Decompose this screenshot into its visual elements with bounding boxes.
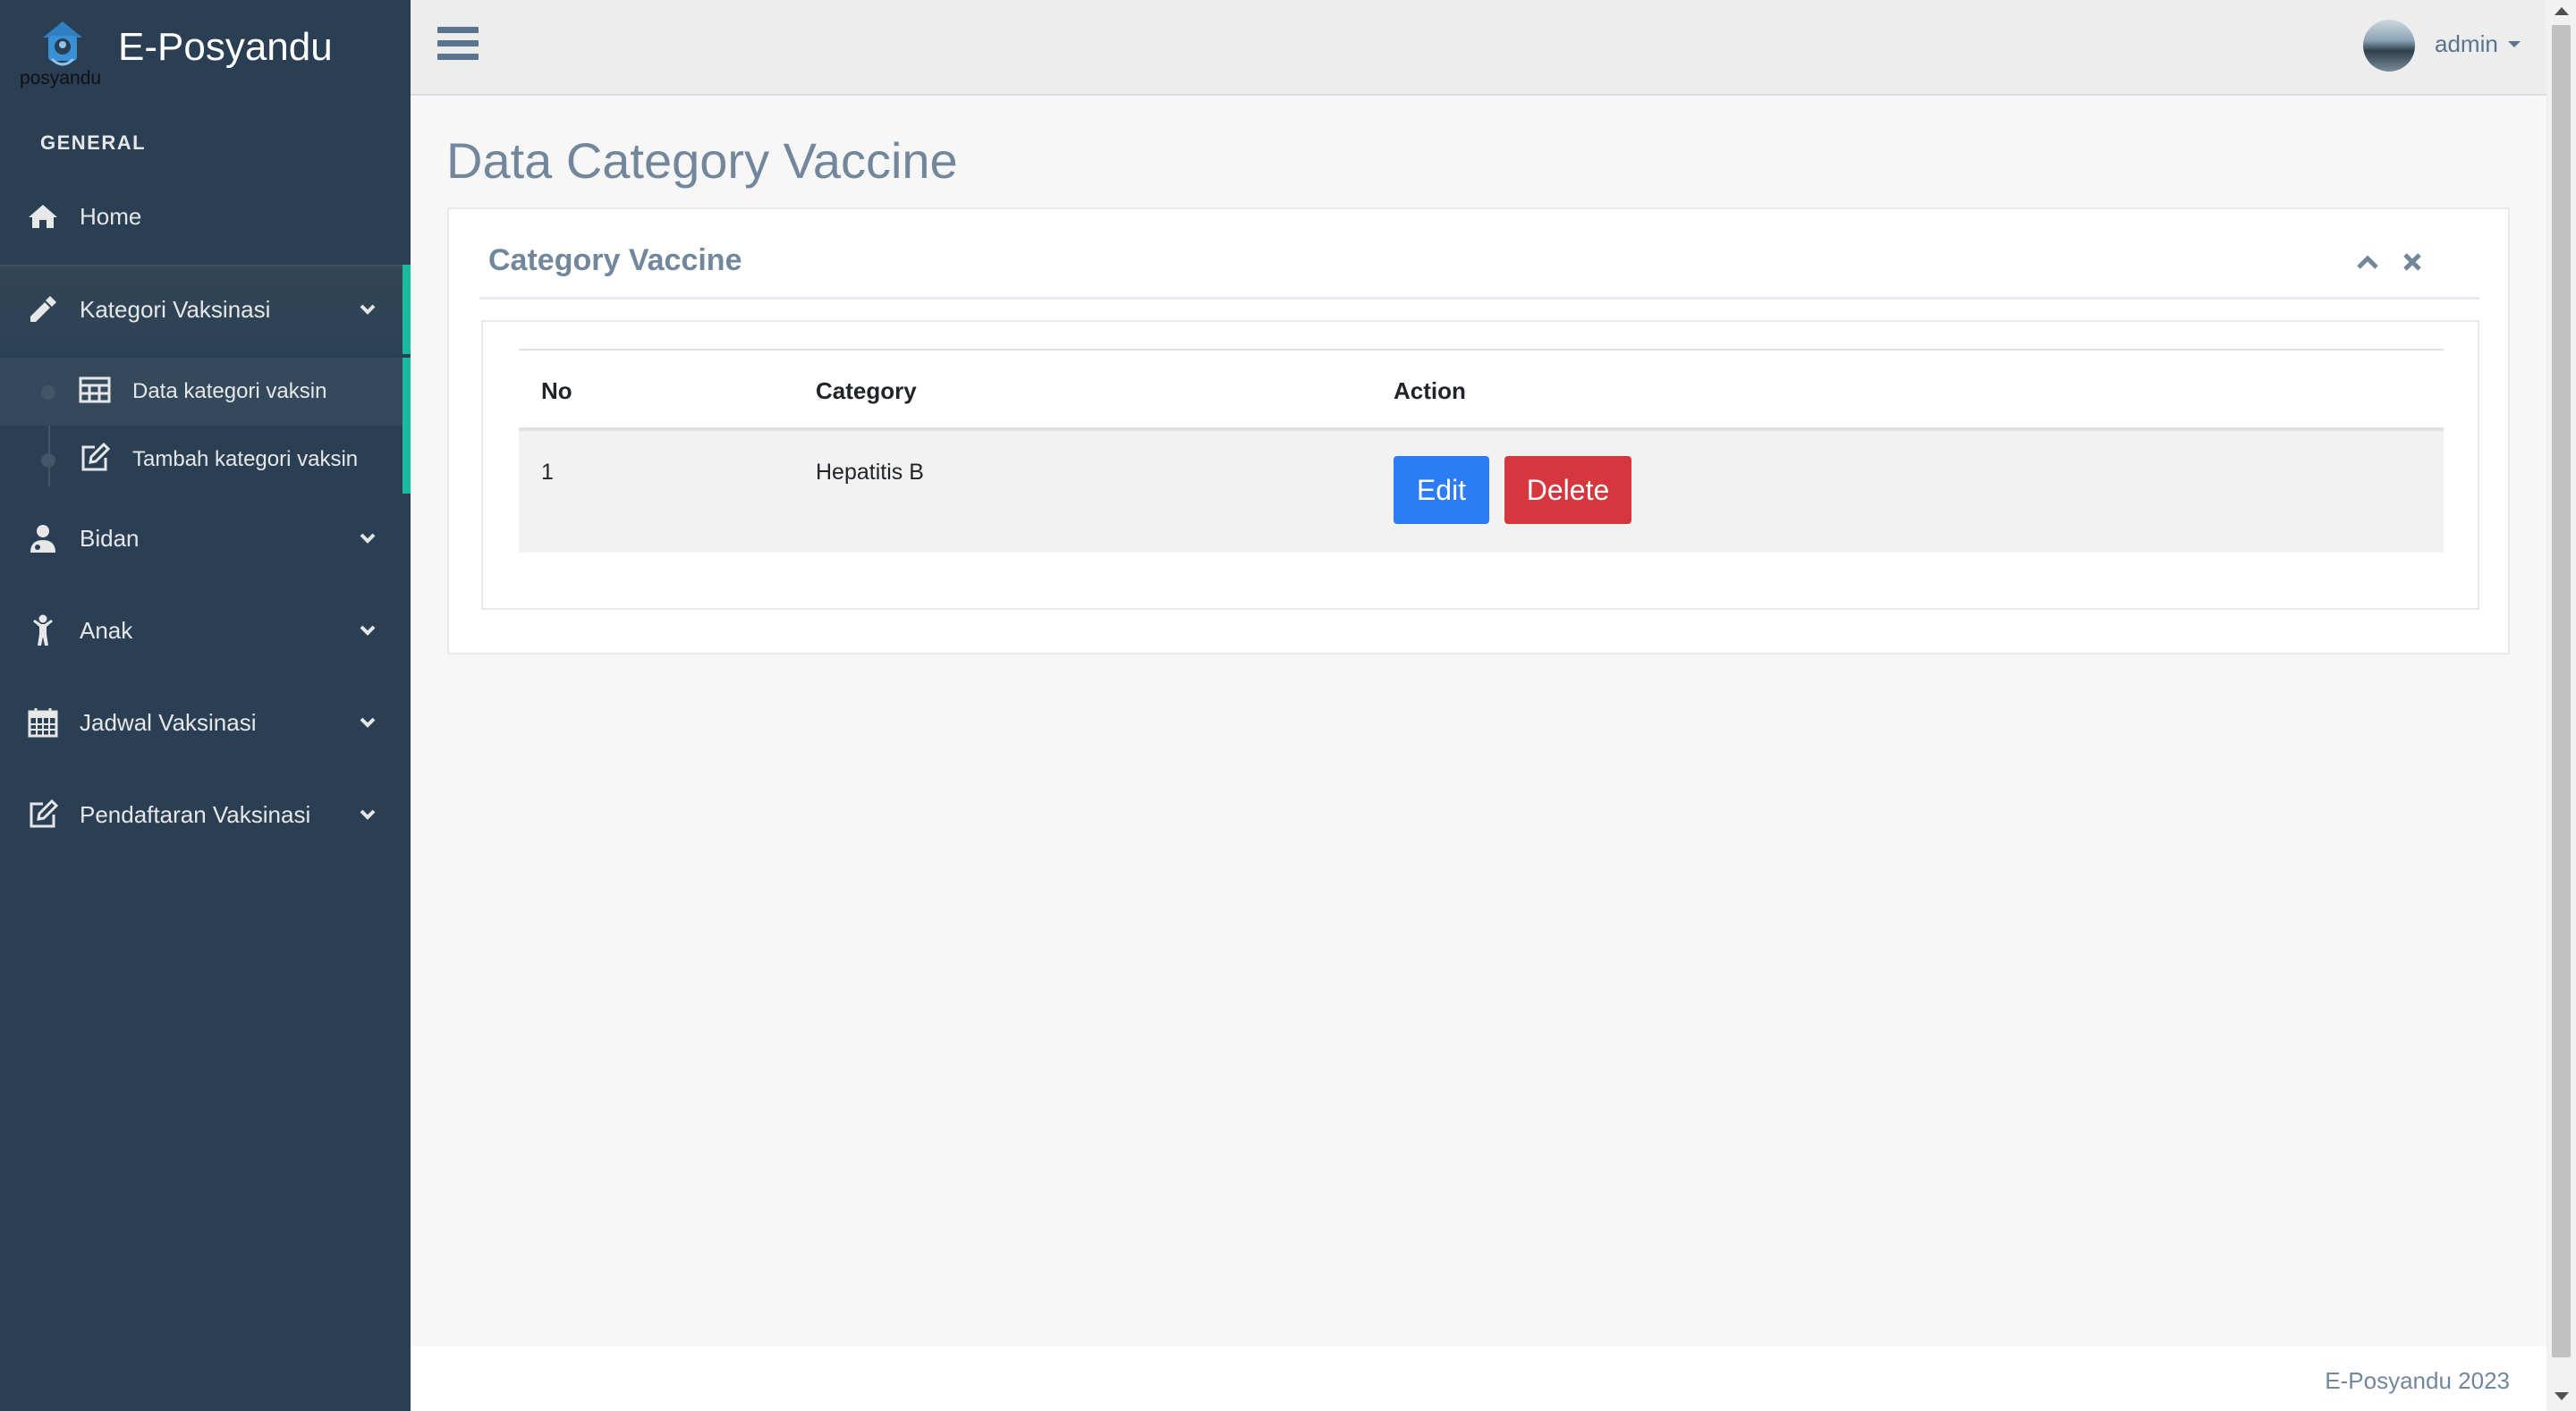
menu-toggle-icon[interactable] <box>437 27 479 64</box>
chevron-down-icon <box>360 625 376 636</box>
sidebar-item-label: Jadwal Vaksinasi <box>80 708 257 736</box>
sidebar-item-label: Bidan <box>80 524 140 552</box>
avatar[interactable] <box>2363 20 2415 72</box>
sidebar-subitem-data-kategori-vaksin[interactable]: Data kategori vaksin <box>0 358 402 426</box>
table-icon <box>79 376 111 403</box>
column-header-category: Category <box>816 377 917 404</box>
sidebar-item-jadwal-vaksinasi[interactable]: Jadwal Vaksinasi <box>0 678 411 767</box>
user-md-icon <box>25 520 61 556</box>
submenu-dot <box>41 453 55 468</box>
sidebar-item-bidan[interactable]: Bidan <box>0 494 411 583</box>
child-icon <box>25 613 61 648</box>
sidebar: posyandu E-Posyandu GENERAL Home Kategor… <box>0 0 411 1411</box>
app-title[interactable]: E-Posyandu <box>118 25 333 70</box>
chevron-down-icon <box>360 533 376 544</box>
table-header: No Category Action <box>519 349 2444 431</box>
scroll-up-arrow-icon[interactable] <box>2555 7 2569 15</box>
edit-icon <box>81 442 111 471</box>
user-menu-name[interactable]: admin <box>2435 30 2498 58</box>
scrollbar[interactable] <box>2546 0 2576 1411</box>
cell-category: Hepatitis B <box>816 460 924 485</box>
close-icon[interactable] <box>2399 249 2426 275</box>
panel-title: Category Vaccine <box>488 243 742 277</box>
chevron-down-icon <box>360 304 376 315</box>
home-icon <box>25 199 61 234</box>
sidebar-item-pendaftaran-vaksinasi[interactable]: Pendaftaran Vaksinasi <box>0 770 411 859</box>
column-header-action: Action <box>1394 377 1466 404</box>
submenu-label: Data kategori vaksin <box>132 379 327 403</box>
calendar-icon <box>25 705 61 740</box>
sidebar-item-label: Anak <box>80 616 133 644</box>
page-title: Data Category Vaccine <box>446 132 958 189</box>
sidebar-item-label: Home <box>80 202 142 230</box>
delete-button[interactable]: Delete <box>1504 456 1631 524</box>
sidebar-item-home[interactable]: Home <box>0 172 411 261</box>
caret-down-icon[interactable] <box>2508 41 2521 47</box>
panel-category-vaccine: Category Vaccine No Category Action 1 He… <box>447 207 2510 655</box>
chevron-up-icon[interactable] <box>2354 249 2381 275</box>
column-header-no: No <box>541 377 572 404</box>
sidebar-item-label: Pendaftaran Vaksinasi <box>80 800 311 828</box>
footer-text: E-Posyandu 2023 <box>2325 1367 2510 1394</box>
section-label-general: GENERAL <box>40 131 147 154</box>
sidebar-item-kategori-vaksinasi[interactable]: Kategori Vaksinasi <box>0 265 411 354</box>
eyedropper-icon <box>25 291 61 327</box>
panel-toolbox <box>2354 245 2444 277</box>
sidebar-item-anak[interactable]: Anak <box>0 586 411 675</box>
footer: E-Posyandu 2023 <box>411 1346 2546 1411</box>
table-container: No Category Action 1 Hepatitis B Edit De… <box>481 320 2479 610</box>
scroll-down-arrow-icon[interactable] <box>2555 1392 2569 1400</box>
cell-no: 1 <box>541 460 554 485</box>
category-table: No Category Action 1 Hepatitis B Edit De… <box>519 349 2444 553</box>
logo-caption: posyandu <box>20 68 102 89</box>
sidebar-subitem-tambah-kategori-vaksin[interactable]: Tambah kategori vaksin <box>0 426 402 494</box>
scrollbar-thumb[interactable] <box>2552 25 2571 1357</box>
panel-divider <box>479 297 2479 300</box>
submenu-dot <box>41 385 55 400</box>
submenu-label: Tambah kategori vaksin <box>132 447 359 471</box>
edit-button[interactable]: Edit <box>1394 456 1489 524</box>
sidebar-item-label: Kategori Vaksinasi <box>80 295 271 323</box>
chevron-down-icon <box>360 717 376 728</box>
table-row: 1 Hepatitis B Edit Delete <box>519 431 2444 553</box>
top-navbar: admin <box>411 0 2546 96</box>
submenu-kategori-vaksinasi: Data kategori vaksin Tambah kategori vak… <box>0 358 411 494</box>
brand[interactable]: posyandu E-Posyandu <box>0 0 411 98</box>
chevron-down-icon <box>360 809 376 820</box>
edit-icon <box>25 797 61 832</box>
